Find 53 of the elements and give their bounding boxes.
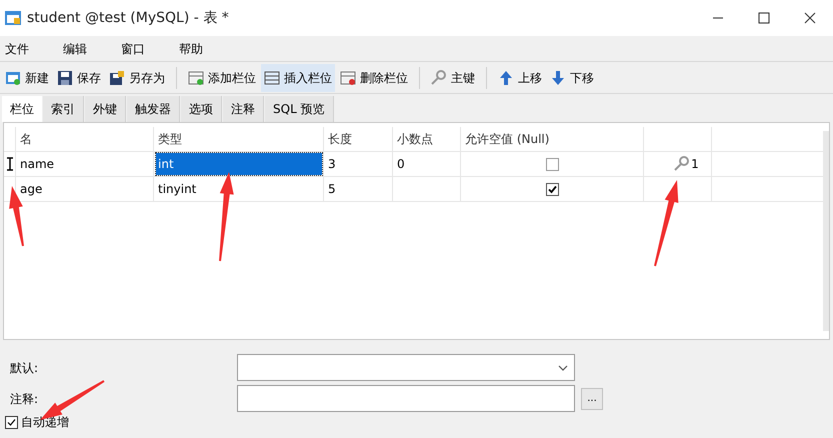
- toolbar-button[interactable]: 另存为: [106, 64, 168, 92]
- down-arrow-icon: [550, 70, 566, 86]
- chevron-down-icon: [558, 364, 568, 370]
- up-arrow-icon: [498, 70, 514, 86]
- tab[interactable]: 选项: [181, 96, 222, 122]
- window-title: student @test (MySQL) - 表 *: [27, 8, 229, 28]
- table-plus-icon: [188, 70, 204, 86]
- table-cell-text: 5: [327, 181, 336, 198]
- table-cell-text: 0: [396, 156, 405, 173]
- default-dropdown[interactable]: [237, 354, 575, 381]
- table-cell-text: name: [19, 156, 54, 173]
- close-icon: [804, 12, 816, 24]
- column-header[interactable]: 长度: [324, 130, 352, 148]
- key-order: 1: [691, 156, 699, 173]
- toolbar-button[interactable]: 添加栏位: [185, 64, 259, 92]
- toolbar-button[interactable]: 新建: [2, 64, 52, 92]
- menu-item[interactable]: 文件: [4, 40, 30, 58]
- menu-item[interactable]: 窗口: [120, 40, 146, 58]
- toolbar-button[interactable]: 下移: [547, 64, 597, 92]
- table-cell-text: age: [19, 181, 42, 198]
- table-cell[interactable]: tinyint: [154, 180, 196, 198]
- column-header[interactable]: 名: [16, 130, 32, 148]
- table-icon: [5, 10, 21, 26]
- toolbar-button[interactable]: 删除栏位: [337, 64, 411, 92]
- table-plus-icon: [5, 70, 21, 86]
- table-cell[interactable]: int: [156, 153, 322, 175]
- tab[interactable]: 栏位: [2, 96, 42, 122]
- maximize-icon: [758, 12, 770, 24]
- table-minus-icon: [340, 70, 356, 86]
- checkbox[interactable]: [546, 182, 558, 196]
- tab[interactable]: 触发器: [127, 96, 180, 122]
- scrollbar[interactable]: [823, 131, 829, 331]
- column-header[interactable]: 允许空值 (Null): [461, 130, 550, 148]
- tab[interactable]: 外键: [85, 96, 126, 122]
- column-header[interactable]: 小数点: [393, 130, 433, 148]
- more-button[interactable]: ...: [581, 388, 603, 410]
- menu-item[interactable]: 编辑: [62, 40, 88, 58]
- toolbar-button[interactable]: 保存: [54, 64, 104, 92]
- field-label: 默认:: [10, 360, 40, 376]
- field-label: 注释:: [10, 390, 40, 408]
- toolbar-button[interactable]: 插入栏位: [261, 64, 335, 92]
- menu-item[interactable]: 帮助: [178, 40, 204, 58]
- tab[interactable]: SQL 预览: [265, 96, 334, 122]
- comment-field[interactable]: [237, 385, 575, 412]
- column-header[interactable]: 类型: [154, 130, 182, 148]
- tab[interactable]: 注释: [223, 96, 264, 122]
- checkbox[interactable]: [5, 416, 18, 428]
- table-cell-text: 3: [327, 156, 336, 173]
- table-icon: [264, 70, 280, 86]
- checkbox[interactable]: [546, 158, 558, 170]
- toolbar-button[interactable]: 上移: [495, 64, 545, 92]
- toolbar-button[interactable]: 主键: [428, 64, 478, 92]
- tab[interactable]: 索引: [43, 96, 84, 122]
